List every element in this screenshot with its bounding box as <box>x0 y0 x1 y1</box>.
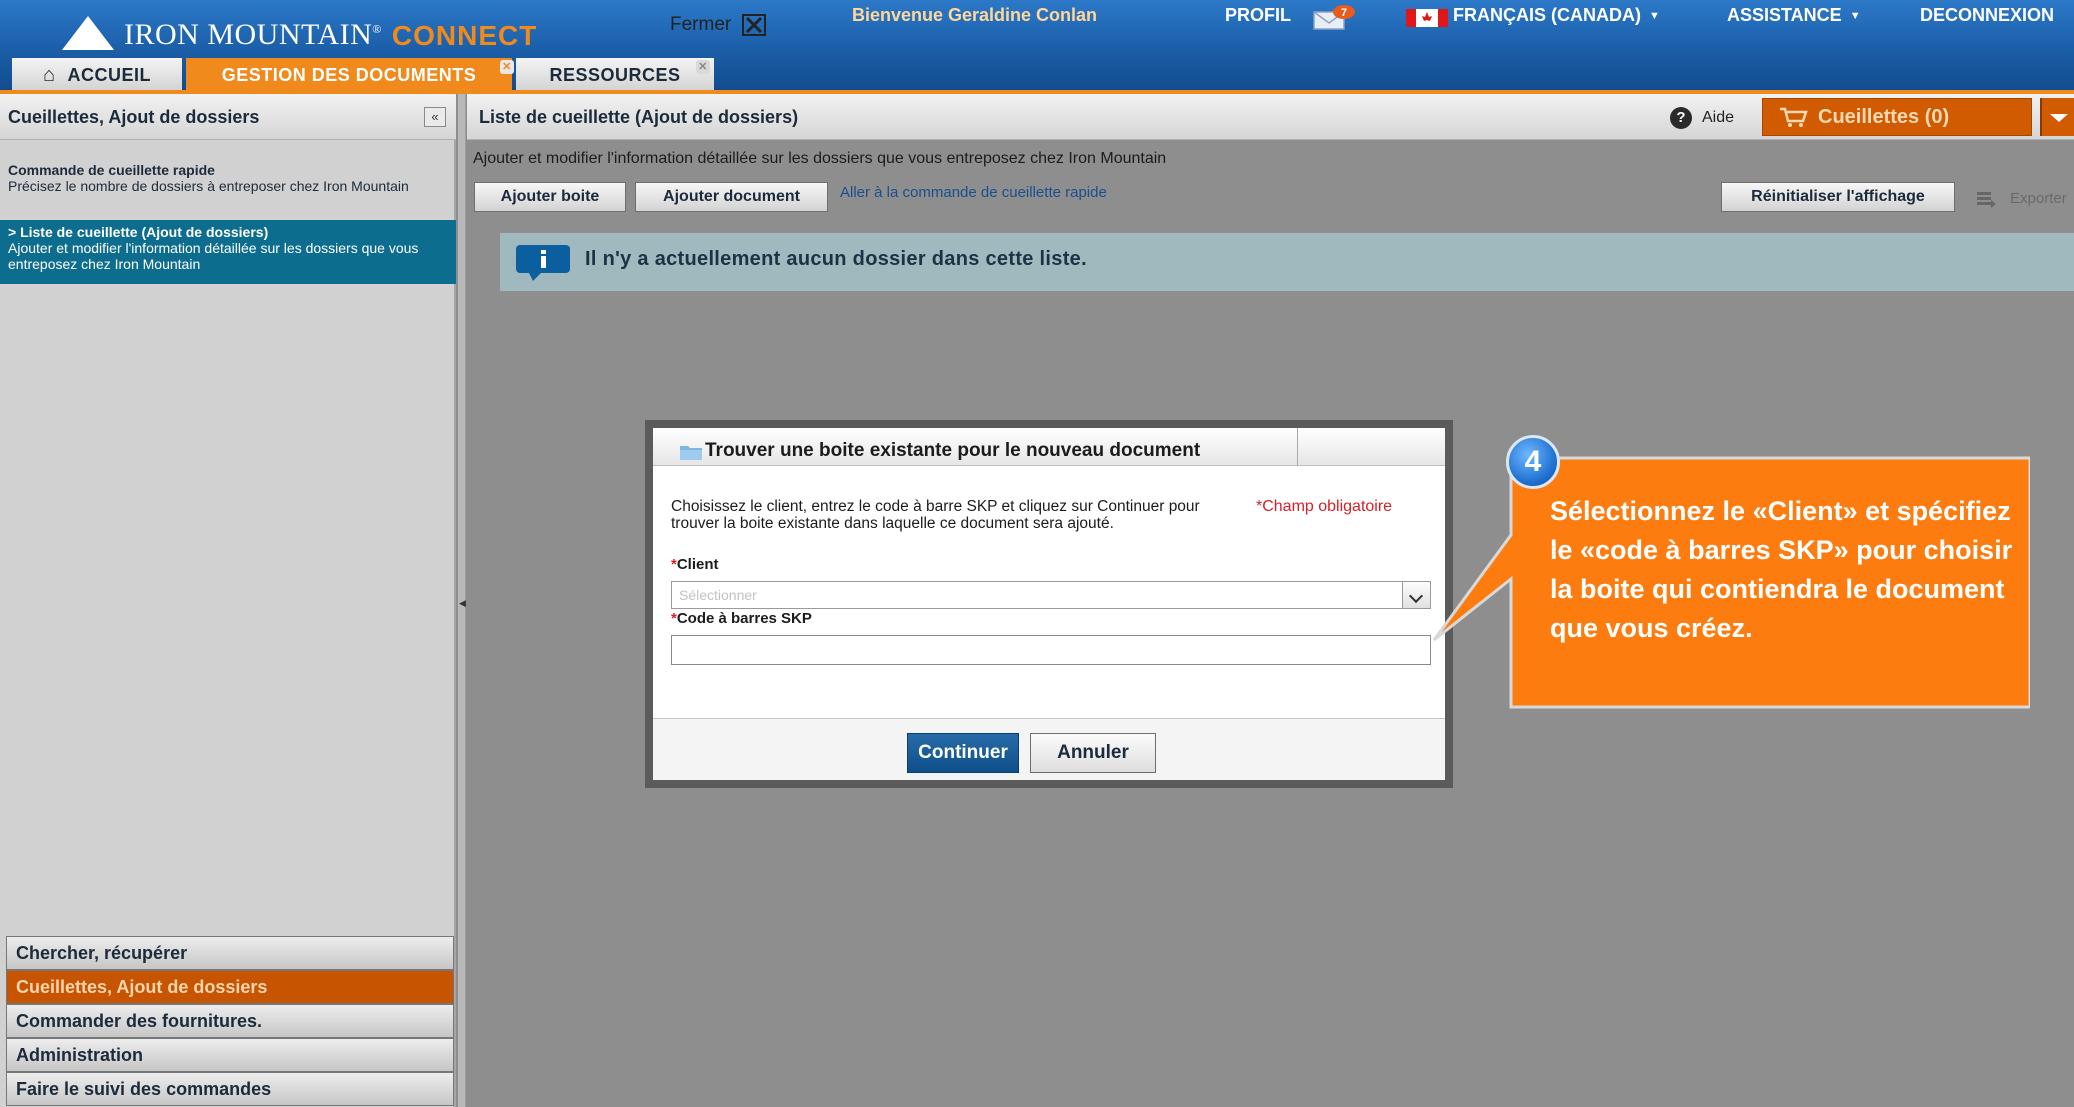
required-field-note: *Champ obligatoire <box>1256 498 1393 515</box>
logo-brand-text: IRON MOUNTAIN® <box>124 18 382 51</box>
accordion-order-supplies[interactable]: Commander des fournitures. <box>6 1004 454 1038</box>
chevron-down-icon: ▼ <box>1849 10 1861 22</box>
dialog-panel: Trouver une boite existante pour le nouv… <box>653 428 1445 780</box>
help-link[interactable]: Aide <box>1702 109 1734 127</box>
tab-document-management[interactable]: GESTION DES DOCUMENTS ✕ <box>186 58 514 92</box>
tab-home-label: ACCUEIL <box>67 64 152 85</box>
sidebar-title: Cueillettes, Ajout de dossiers <box>8 107 260 127</box>
iron-mountain-logo[interactable]: IRON MOUNTAIN® CONNECT <box>62 10 537 58</box>
sidebar-item-title: Commande de cueillette rapide <box>8 162 215 178</box>
tab-home[interactable]: ⌂ ACCUEIL <box>12 58 182 92</box>
page-description: Ajouter et modifier l'information détail… <box>473 150 1167 167</box>
mail-icon[interactable]: 7 <box>1312 4 1356 30</box>
dialog-instructions: Choisissez le client, entrez le code à b… <box>671 498 1200 532</box>
callout-text: Sélectionnez le «Client» et spécifiez le… <box>1550 496 2013 643</box>
continue-button[interactable]: Continuer <box>907 733 1019 773</box>
add-document-button[interactable]: Ajouter document <box>635 182 828 212</box>
skp-barcode-input[interactable] <box>671 635 1431 665</box>
collapse-sidebar-button[interactable]: « <box>424 107 446 127</box>
cancel-button[interactable]: Annuler <box>1030 733 1156 773</box>
sidebar-item-title: > Liste de cueillette (Ajout de dossiers… <box>8 224 269 240</box>
reset-view-button[interactable]: Réinitialiser l'affichage <box>1721 182 1955 212</box>
close-tab-icon[interactable]: ✕ <box>696 60 710 74</box>
sidebar-item-description: Précisez le nombre de dossiers à entrepo… <box>8 178 409 194</box>
sidebar-item-pickup-list[interactable]: > Liste de cueillette (Ajout de dossiers… <box>0 220 456 284</box>
splitter-arrow-icon[interactable]: ◀ <box>459 598 466 610</box>
client-select-placeholder: Sélectionner <box>679 587 757 603</box>
profile-link[interactable]: PROFIL <box>1225 5 1291 26</box>
find-box-dialog: Trouver une boite existante pour le nouv… <box>645 420 1453 788</box>
page-title: Liste de cueillette (Ajout de dossiers) <box>479 107 799 127</box>
sidebar-item-description: Ajouter et modifier l'information détail… <box>8 240 419 272</box>
export-icon[interactable] <box>1976 190 1996 208</box>
sidebar-item-quick-order[interactable]: Commande de cueillette rapide Précisez l… <box>0 162 456 194</box>
client-label: *Client <box>671 556 719 573</box>
accordion-track-orders[interactable]: Faire le suivi des commandes <box>6 1072 454 1106</box>
close-icon[interactable] <box>742 14 766 36</box>
accordion-search-retrieve[interactable]: Chercher, récupérer <box>6 936 454 970</box>
add-box-button[interactable]: Ajouter boite <box>474 182 626 212</box>
accordion-pickups[interactable]: Cueillettes, Ajout de dossiers <box>6 970 454 1004</box>
assistance-menu[interactable]: ASSISTANCE ▼ <box>1727 5 1861 26</box>
sidebar-header: Cueillettes, Ajout de dossiers « <box>0 94 456 140</box>
mail-count-badge: 7 <box>1341 7 1347 19</box>
close-tab-icon[interactable]: ✕ <box>500 60 514 74</box>
chevron-down-icon[interactable] <box>1402 582 1430 608</box>
chevron-down-icon: ▼ <box>1648 10 1660 22</box>
folder-icon <box>680 446 702 460</box>
cart-icon <box>1780 107 1808 127</box>
logo-product-text: CONNECT <box>391 20 538 51</box>
accordion-administration[interactable]: Administration <box>6 1038 454 1072</box>
client-select[interactable]: Sélectionner <box>671 581 1431 609</box>
welcome-message: Bienvenue Geraldine Conlan <box>852 5 1098 25</box>
dialog-header: Trouver une boite existante pour le nouv… <box>653 428 1445 466</box>
export-link[interactable]: Exporter <box>2010 190 2067 207</box>
dialog-title: Trouver une boite existante pour le nouv… <box>705 440 1201 461</box>
home-icon: ⌂ <box>42 63 56 86</box>
barcode-label: *Code à barres SKP <box>671 610 812 627</box>
logout-link[interactable]: DECONNEXION <box>1920 5 2054 26</box>
dialog-close-label[interactable]: Fermer <box>670 14 731 36</box>
tab-documents-label: GESTION DES DOCUMENTS <box>221 64 477 85</box>
info-icon <box>516 245 570 281</box>
canada-flag-icon <box>1406 9 1448 27</box>
language-selector[interactable]: FRANÇAIS (CANADA) ▼ <box>1453 5 1660 26</box>
tab-resources[interactable]: RESSOURCES ✕ <box>516 58 714 92</box>
content-header: Liste de cueillette (Ajout de dossiers) … <box>467 94 2074 140</box>
mountain-logo-icon <box>62 16 114 50</box>
step-number-badge: 4 <box>1506 435 1560 489</box>
dialog-close-button[interactable] <box>1297 428 1445 466</box>
empty-list-message: Il n'y a actuellement aucun dossier dans… <box>585 248 1087 270</box>
help-icon[interactable]: ? <box>1670 107 1692 129</box>
cart-dropdown-button[interactable] <box>2040 98 2074 136</box>
tab-resources-label: RESSOURCES <box>549 64 681 85</box>
quick-pickup-order-link[interactable]: Aller à la commande de cueillette rapide <box>840 184 1107 201</box>
